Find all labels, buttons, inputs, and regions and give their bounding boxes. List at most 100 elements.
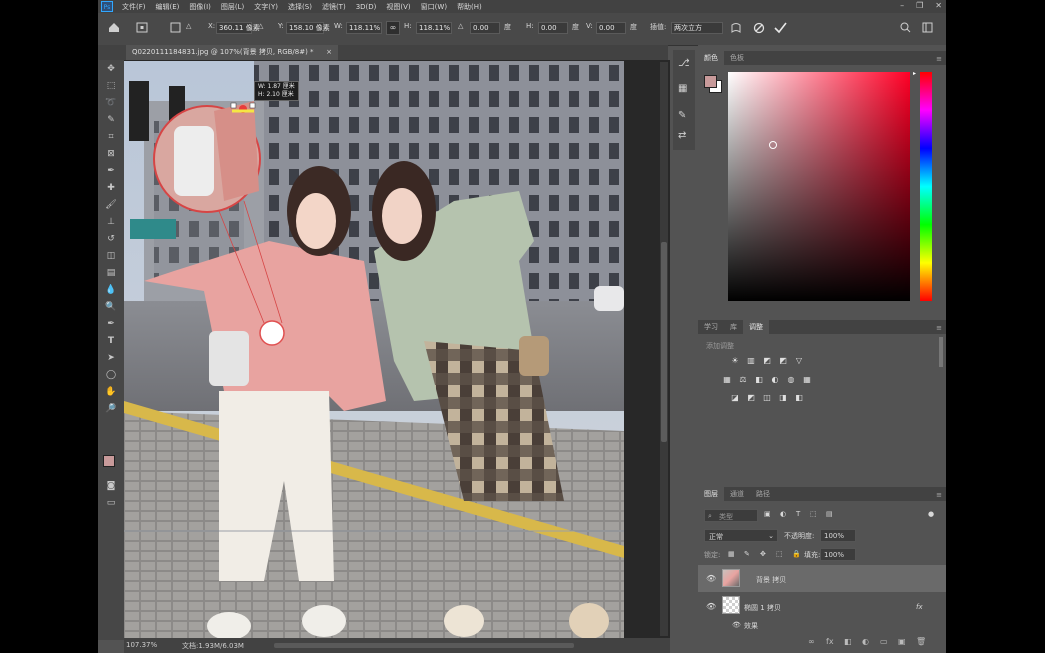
posterize-icon[interactable]: ◩ <box>746 393 756 402</box>
adjustments-scrollbar[interactable] <box>939 337 943 367</box>
hand-tool-icon[interactable]: ✋ <box>105 386 117 398</box>
hskew-field[interactable]: 0.00 <box>538 22 568 34</box>
home-icon[interactable] <box>108 22 120 33</box>
angle-field[interactable]: 0.00 <box>470 22 500 34</box>
vskew-field[interactable]: 0.00 <box>596 22 626 34</box>
history-brush-tool-icon[interactable]: ↺ <box>105 233 117 245</box>
layer-row-background-copy[interactable]: 👁 背景 拷贝 <box>698 565 946 592</box>
hue-slider-marker[interactable]: ▸ <box>913 70 916 77</box>
menu-file[interactable]: 文件(F) <box>122 2 146 12</box>
healing-brush-tool-icon[interactable]: ✚ <box>105 182 117 194</box>
blur-tool-icon[interactable]: 💧 <box>105 284 117 296</box>
curves-icon[interactable]: ◩ <box>762 356 772 365</box>
menu-edit[interactable]: 编辑(E) <box>156 2 180 12</box>
quick-select-tool-icon[interactable]: ✎ <box>105 114 117 126</box>
minimize-icon[interactable]: – <box>900 1 904 10</box>
visibility-eye-icon[interactable]: 👁 <box>706 574 716 583</box>
tab-adjustments[interactable]: 调整 <box>743 320 769 334</box>
filter-smart-icon[interactable]: ▤ <box>826 510 833 518</box>
tab-close-icon[interactable]: × <box>326 45 332 60</box>
vertical-scrollbar[interactable] <box>660 62 668 636</box>
blend-mode-select[interactable]: 正常 ⌄ <box>704 529 778 542</box>
new-group-icon[interactable]: ▭ <box>880 637 888 646</box>
invert-icon[interactable]: ◪ <box>730 393 740 402</box>
brightness-contrast-icon[interactable]: ☀ <box>730 356 740 365</box>
fx-badge[interactable]: fx <box>916 603 923 611</box>
eraser-tool-icon[interactable]: ◫ <box>105 250 117 262</box>
filter-pixel-icon[interactable]: ▣ <box>764 510 771 518</box>
filter-type-icon[interactable]: T <box>796 510 800 518</box>
effects-eye-icon[interactable]: 👁 <box>732 621 741 629</box>
horizontal-scrollbar[interactable] <box>274 643 574 648</box>
filter-shape-icon[interactable]: ⬚ <box>810 510 817 518</box>
warp-icon[interactable] <box>730 22 742 34</box>
menu-image[interactable]: 图像(I) <box>189 2 211 12</box>
close-icon[interactable]: ✕ <box>935 1 942 10</box>
exposure-icon[interactable]: ◩ <box>778 356 788 365</box>
black-white-icon[interactable]: ◧ <box>754 375 764 384</box>
menu-select[interactable]: 选择(S) <box>288 2 312 12</box>
dodge-tool-icon[interactable]: 🔍 <box>105 301 117 313</box>
tab-layers[interactable]: 图层 <box>698 487 724 501</box>
reference-point-icon[interactable] <box>170 22 182 33</box>
lock-transparent-icon[interactable]: ▦ <box>728 550 735 558</box>
frame-tool-icon[interactable]: ⊠ <box>105 148 117 160</box>
clone-stamp-tool-icon[interactable]: ⊥ <box>105 216 117 228</box>
tab-learn[interactable]: 学习 <box>698 320 724 334</box>
color-field[interactable] <box>728 72 910 301</box>
move-tool-icon[interactable]: ✥ <box>105 63 117 75</box>
gradient-map-icon[interactable]: ◨ <box>778 393 788 402</box>
y-field[interactable]: 158.10 像素 <box>286 22 330 34</box>
menu-type[interactable]: 文字(Y) <box>254 2 278 12</box>
color-picker-cursor[interactable] <box>769 141 777 149</box>
menu-view[interactable]: 视图(V) <box>386 2 410 12</box>
panel-menu-icon[interactable]: ≡ <box>936 491 942 499</box>
tab-paths[interactable]: 路径 <box>750 487 776 501</box>
selective-color-icon[interactable]: ◧ <box>794 393 804 402</box>
link-layers-icon[interactable]: ∞ <box>808 637 815 646</box>
fill-field[interactable]: 100% <box>820 548 856 561</box>
lock-artboard-icon[interactable]: ⬚ <box>776 550 783 558</box>
adjust-panel-icon[interactable]: ⇄ <box>678 130 686 141</box>
new-adjustment-icon[interactable]: ◐ <box>862 637 869 646</box>
height-field[interactable]: 118.11% <box>416 22 452 34</box>
levels-icon[interactable]: ▥ <box>746 356 756 365</box>
width-field[interactable]: 118.11% <box>346 22 382 34</box>
interpolation-select[interactable]: 两次立方 <box>671 22 723 34</box>
link-icon[interactable]: ∞ <box>386 21 400 35</box>
scrollbar-thumb[interactable] <box>661 242 667 442</box>
commit-transform-icon[interactable] <box>774 22 787 34</box>
zoom-level[interactable]: 107.37% <box>126 641 157 649</box>
menu-filter[interactable]: 滤镜(T) <box>322 2 346 12</box>
document-tab[interactable]: Q0220111184831.jpg @ 107%(背景 拷贝, RGB/8#)… <box>126 45 338 60</box>
path-select-tool-icon[interactable]: ➤ <box>105 352 117 364</box>
add-mask-icon[interactable]: ◧ <box>844 637 852 646</box>
foreground-color-swatch[interactable] <box>103 455 115 467</box>
foreground-swatch[interactable] <box>704 75 717 88</box>
menu-3d[interactable]: 3D(D) <box>356 3 377 11</box>
new-layer-icon[interactable]: ▣ <box>898 637 906 646</box>
panel-menu-icon[interactable]: ≡ <box>936 55 942 63</box>
hue-slider[interactable] <box>920 72 932 301</box>
color-lookup-icon[interactable]: ▦ <box>802 375 812 384</box>
menu-window[interactable]: 窗口(W) <box>421 2 447 12</box>
lock-pixels-icon[interactable]: ✎ <box>744 550 750 558</box>
pen-tool-icon[interactable]: ✒ <box>105 318 117 330</box>
zoom-tool-icon[interactable]: 🔎 <box>105 403 117 415</box>
x-field[interactable]: 360.11 像素 <box>216 22 260 34</box>
opacity-field[interactable]: 100% <box>820 529 856 542</box>
brush-settings-icon[interactable]: ✎ <box>678 110 686 121</box>
delete-layer-icon[interactable]: 🗑 <box>916 637 926 646</box>
hue-saturation-icon[interactable]: ▦ <box>722 375 732 384</box>
color-balance-icon[interactable]: ⚖ <box>738 375 748 384</box>
layer-filter-select[interactable]: ⌕ 类型 <box>704 509 758 522</box>
tab-channels[interactable]: 通道 <box>724 487 750 501</box>
filter-adjust-icon[interactable]: ◐ <box>780 510 786 518</box>
transform-origin-icon[interactable] <box>136 22 148 33</box>
photo-canvas[interactable]: W: 1.87 厘米 H: 2.10 厘米 <box>124 61 624 638</box>
history-panel-icon[interactable]: ⎇ <box>678 58 690 69</box>
tab-libraries[interactable]: 库 <box>724 320 743 334</box>
crop-tool-icon[interactable]: ⌗ <box>105 131 117 143</box>
menu-help[interactable]: 帮助(H) <box>457 2 482 12</box>
menu-layer[interactable]: 图层(L) <box>221 2 244 12</box>
